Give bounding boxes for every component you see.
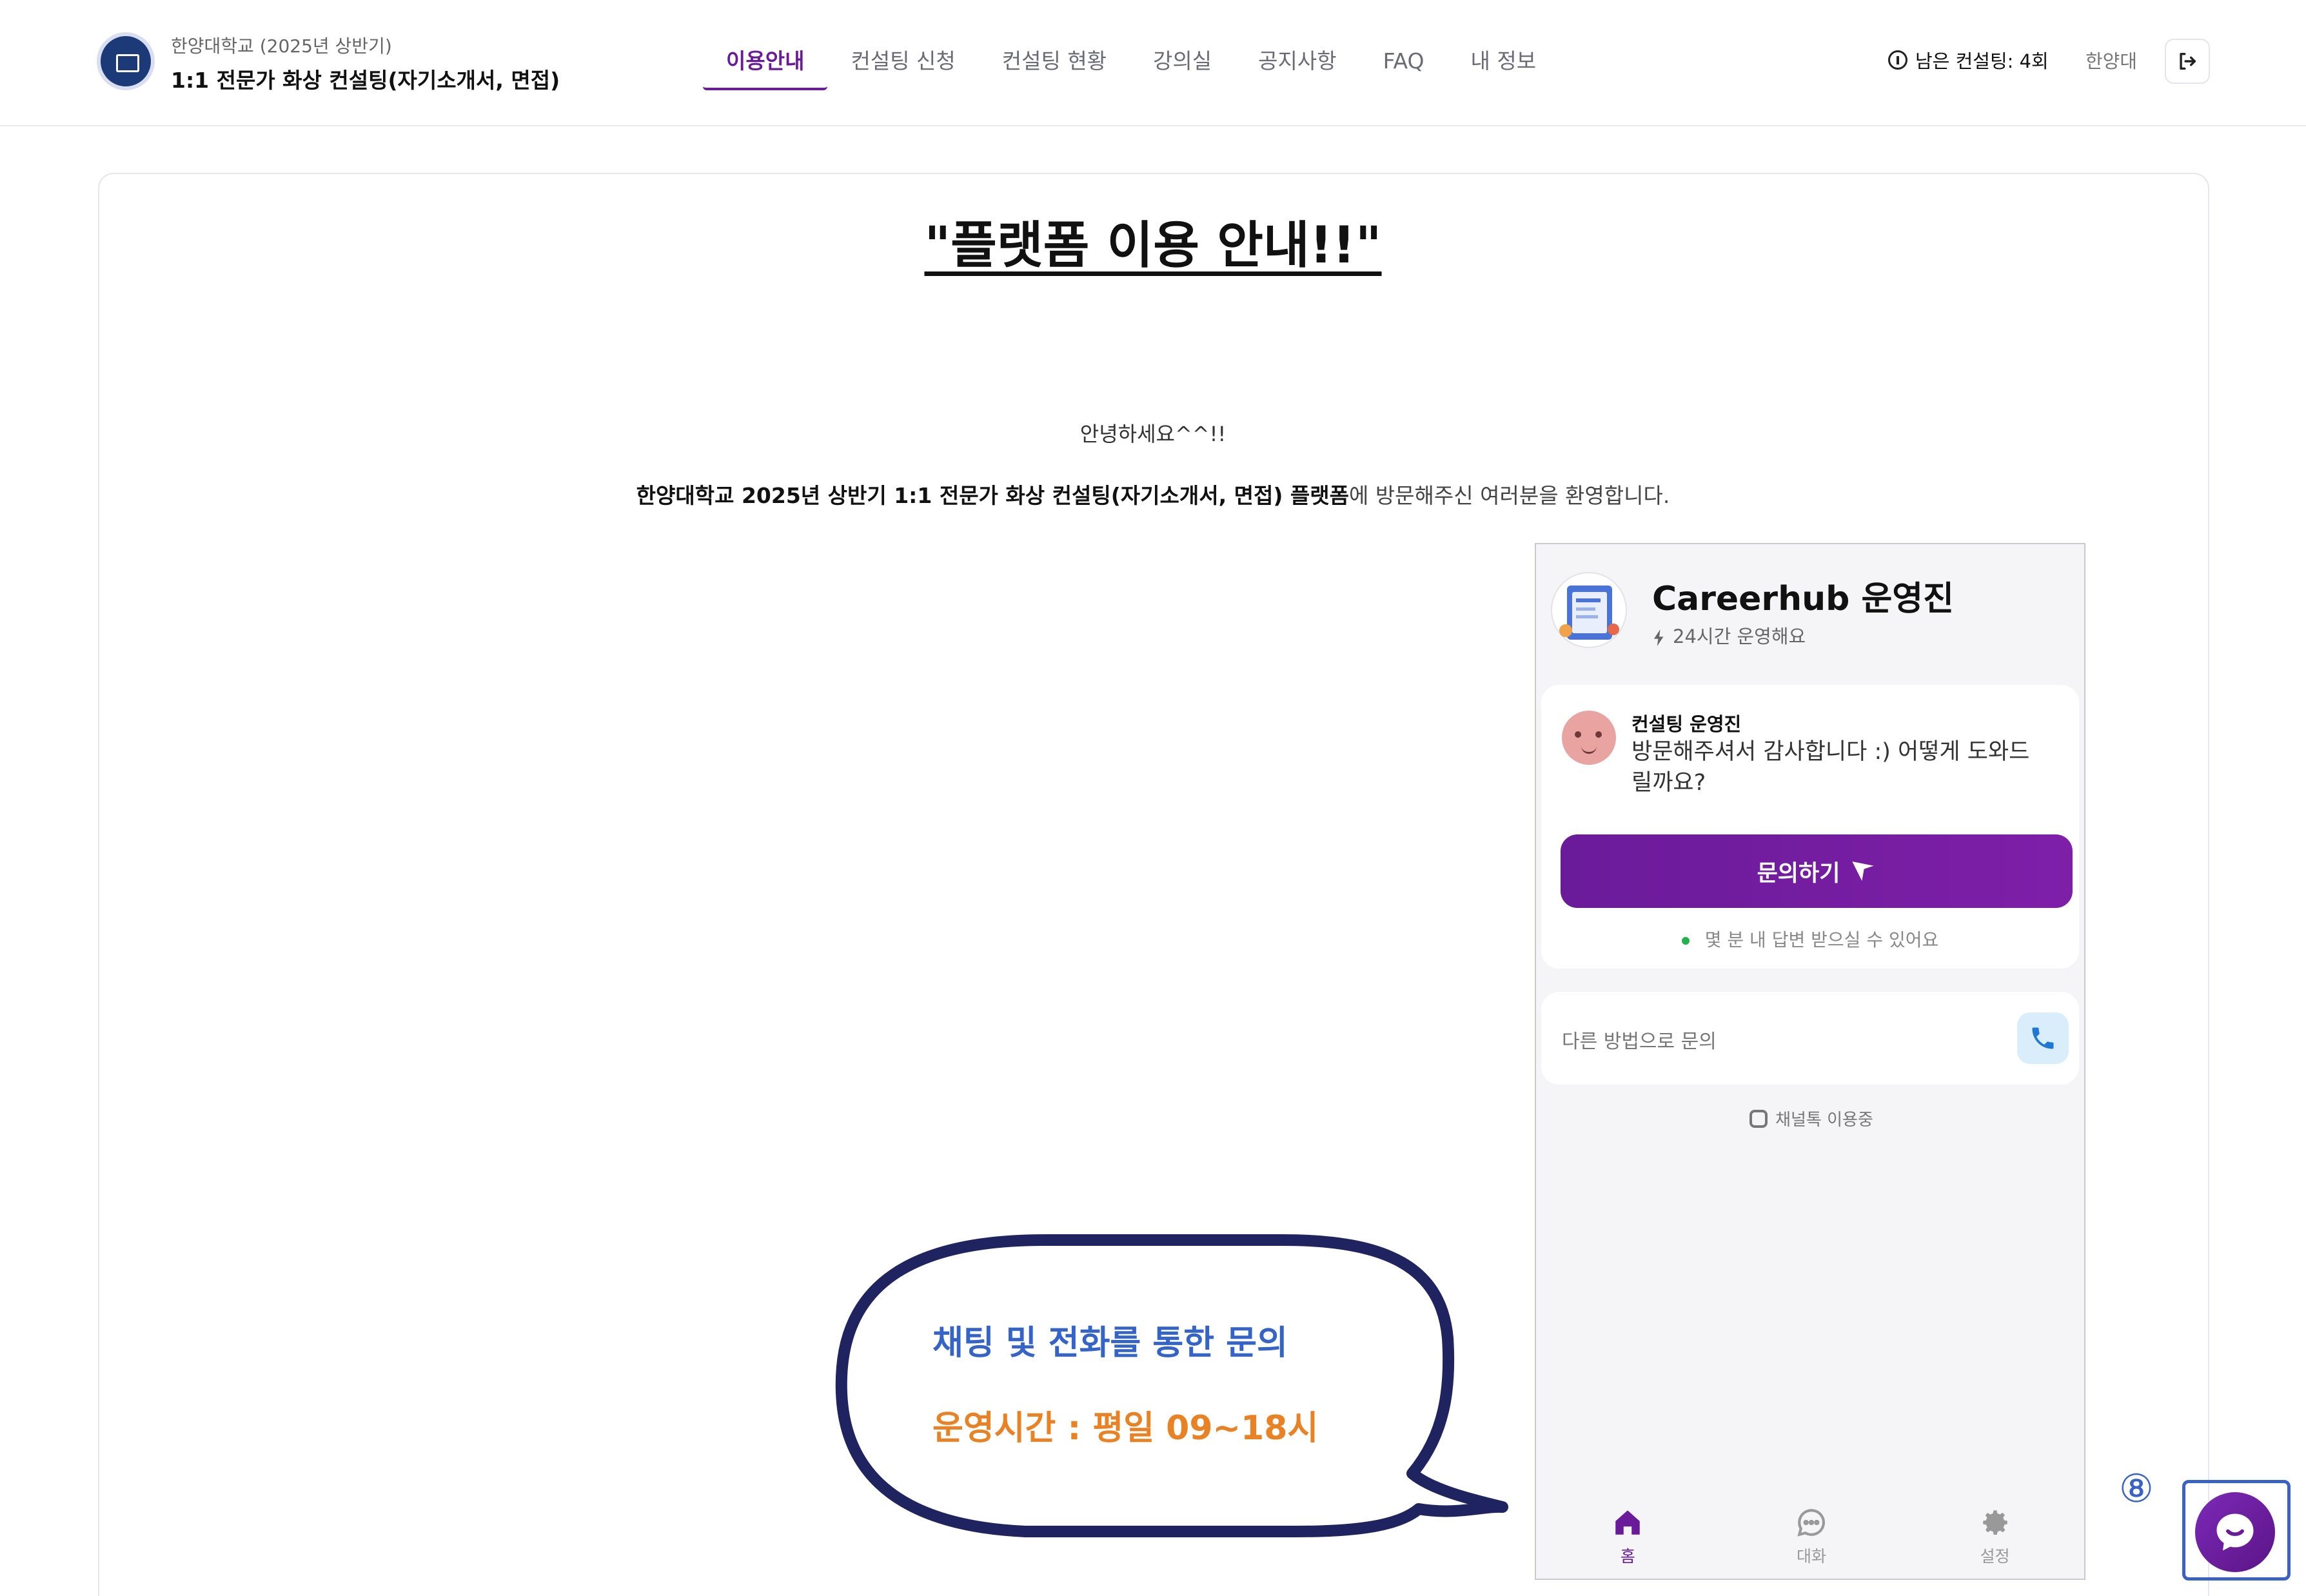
reply-time-note: 몇 분 내 답변 받으실 수 있어요: [1541, 926, 2079, 952]
callout-line-1: 채팅 및 전화를 통한 문의: [932, 1324, 1288, 1363]
annotation-marker: ⑧: [2119, 1466, 2154, 1512]
online-dot-icon: [1681, 937, 1690, 945]
chat-bubble-icon: [2216, 1513, 2254, 1551]
tab-settings[interactable]: 설정: [1903, 1499, 2087, 1576]
channel-talk-icon: [1749, 1109, 1768, 1128]
tab-chat-label: 대화: [1797, 1547, 1827, 1566]
callout-line-2: 운영시간 : 평일 09~18시: [932, 1409, 1319, 1448]
nav-item-status[interactable]: 컨설팅 현황: [979, 39, 1130, 90]
nav-item-my-info[interactable]: 내 정보: [1448, 39, 1560, 90]
notice-title: "플랫폼 이용 안내!!": [924, 217, 1382, 275]
nav-item-notice[interactable]: 공지사항: [1235, 39, 1359, 90]
callout-bubble: [835, 1234, 1508, 1537]
greeting-text: 안녕하세요^^!!: [1079, 422, 1227, 446]
tab-home-label: 홈: [1620, 1547, 1635, 1566]
logout-icon: [2180, 52, 2196, 70]
manager-avatar: [1562, 711, 1616, 765]
nav-item-apply[interactable]: 컨설팅 신청: [827, 39, 978, 90]
other-contact-card[interactable]: 다른 방법으로 문의: [1541, 992, 2079, 1085]
inquiry-button[interactable]: 문의하기: [1561, 834, 2073, 908]
logout-button[interactable]: [2165, 39, 2210, 84]
remaining-label: 남은 컨설팅: 4회: [1915, 50, 2049, 72]
send-icon: [1852, 862, 1875, 881]
manager-message: 방문해주셔서 감사합니다 :) 어떻게 도와드릴까요?: [1631, 739, 2030, 796]
chat-launcher-button[interactable]: [2195, 1492, 2275, 1572]
channel-status-text: 채널톡 이용중: [1775, 1110, 1873, 1130]
welcome-bold: 한양대학교 2025년 상반기 1:1 전문가 화상 컨설팅(자기소개서, 면접…: [636, 483, 1349, 508]
welcome-text: 한양대학교 2025년 상반기 1:1 전문가 화상 컨설팅(자기소개서, 면접…: [0, 478, 2306, 509]
main-nav: 이용안내 컨설팅 신청 컨설팅 현황 강의실 공지사항 FAQ 내 정보: [703, 39, 1559, 90]
inquiry-button-label: 문의하기: [1757, 860, 1840, 887]
remaining-consulting: 남은 컨설팅: 4회: [1888, 46, 2049, 74]
tab-settings-label: 설정: [1980, 1547, 2010, 1566]
university-logo[interactable]: [97, 32, 155, 90]
channel-avatar: [1551, 572, 1627, 648]
reply-time-text: 몇 분 내 답변 받으실 수 있어요: [1704, 929, 1939, 951]
user-name: 한양대: [2085, 50, 2138, 72]
welcome-rest: 에 방문해주신 여러분을 환영합니다.: [1348, 483, 1670, 508]
tab-home[interactable]: 홈: [1536, 1499, 1720, 1576]
other-method-label: 다른 방법으로 문의: [1562, 1030, 1717, 1053]
org-label: 한양대학교 (2025년 상반기): [171, 35, 392, 57]
gear-icon: [1982, 1510, 2007, 1535]
home-icon: [1615, 1510, 1641, 1535]
chat-icon: [1797, 1509, 1825, 1537]
manager-name: 컨설팅 운영진: [1631, 713, 1742, 735]
chat-start-card: 컨설팅 운영진 방문해주셔서 감사합니다 :) 어떻게 도와드릴까요? 문의하기…: [1541, 685, 2079, 969]
chat-widget: Careerhub 운영진 24시간 운영해요 컨설팅 운영진 방문해주셔서 감…: [1535, 543, 2085, 1580]
nav-item-classroom[interactable]: 강의실: [1130, 39, 1235, 90]
channel-status: 채널톡 이용중: [1536, 1107, 2087, 1130]
nav-item-guide[interactable]: 이용안내: [703, 39, 828, 90]
widget-title: Careerhub 운영진: [1652, 580, 1954, 618]
tab-chat[interactable]: 대화: [1720, 1499, 1904, 1576]
widget-subtitle: 24시간 운영해요: [1652, 622, 1806, 649]
info-icon: [1888, 50, 1907, 70]
widget-subtitle-text: 24시간 운영해요: [1673, 626, 1806, 647]
phone-button[interactable]: [2017, 1012, 2069, 1064]
phone-icon: [2032, 1027, 2054, 1049]
lightning-icon: [1653, 629, 1664, 646]
top-header: 한양대학교 (2025년 상반기) 1:1 전문가 화상 컨설팅(자기소개서, …: [0, 0, 2306, 126]
nav-item-faq[interactable]: FAQ: [1360, 39, 1448, 90]
program-title[interactable]: 1:1 전문가 화상 컨설팅(자기소개서, 면접): [171, 63, 560, 94]
widget-tab-bar: 홈 대화 설정: [1536, 1499, 2087, 1576]
